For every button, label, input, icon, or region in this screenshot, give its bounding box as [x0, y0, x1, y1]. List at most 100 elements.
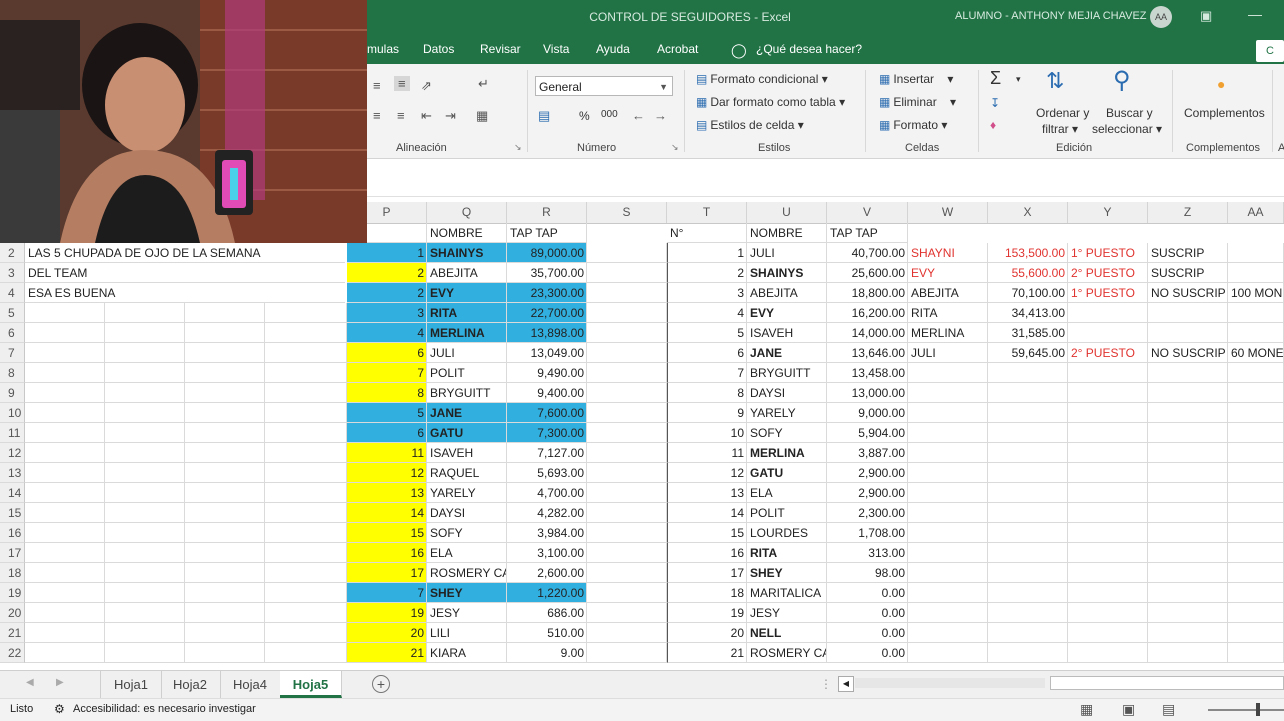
cell[interactable]	[25, 383, 105, 403]
place-cell[interactable]	[1068, 403, 1148, 423]
cell[interactable]	[105, 523, 185, 543]
tap-tap-cell[interactable]: 9,490.00	[507, 363, 587, 383]
total-cell[interactable]	[988, 603, 1068, 623]
number-cell[interactable]: 1	[667, 243, 747, 263]
name-cell-2[interactable]: BRYGUITT	[747, 363, 827, 383]
tap-tap-cell-2[interactable]: 2,900.00	[827, 483, 908, 503]
name-cell-3[interactable]: RITA	[908, 303, 988, 323]
reward-cell[interactable]	[1228, 563, 1284, 583]
cell[interactable]	[587, 303, 667, 323]
worksheet-grid[interactable]: 2 LAS 5 CHUPADA DE OJO DE LA SEMANA 1 SHAIN…	[0, 243, 1284, 670]
cell[interactable]	[185, 383, 265, 403]
name-cell[interactable]: DAYSI	[427, 503, 507, 523]
place-cell[interactable]: 2° PUESTO	[1068, 343, 1148, 363]
tap-tap-cell[interactable]: 4,700.00	[507, 483, 587, 503]
cell[interactable]	[105, 343, 185, 363]
subscription-cell[interactable]	[1148, 483, 1228, 503]
place-cell[interactable]	[1068, 603, 1148, 623]
cell[interactable]	[25, 523, 105, 543]
cell[interactable]	[25, 643, 105, 663]
reward-cell[interactable]	[1228, 243, 1284, 263]
name-cell-3[interactable]	[908, 523, 988, 543]
name-cell-2[interactable]: RITA	[747, 543, 827, 563]
place-cell[interactable]: 1° PUESTO	[1068, 283, 1148, 303]
rank-cell[interactable]: 6	[347, 343, 427, 363]
menu-revisar[interactable]: Revisar	[480, 42, 521, 56]
name-cell[interactable]: MERLINA	[427, 323, 507, 343]
cell[interactable]	[265, 363, 347, 383]
cell[interactable]	[25, 403, 105, 423]
reward-cell[interactable]	[1228, 503, 1284, 523]
name-cell-3[interactable]: ABEJITA	[908, 283, 988, 303]
tap-tap-cell-2[interactable]: 0.00	[827, 643, 908, 663]
cell[interactable]	[265, 383, 347, 403]
number-cell[interactable]: 13	[667, 483, 747, 503]
row-header[interactable]: 10	[0, 403, 25, 423]
find-select-button-line2[interactable]: seleccionar ▾	[1092, 122, 1162, 136]
cell[interactable]	[265, 623, 347, 643]
total-cell[interactable]	[988, 563, 1068, 583]
cell[interactable]	[185, 463, 265, 483]
avatar[interactable]: AA	[1150, 6, 1172, 28]
number-cell[interactable]: 3	[667, 283, 747, 303]
cell[interactable]	[105, 563, 185, 583]
name-cell[interactable]: POLIT	[427, 363, 507, 383]
name-cell-3[interactable]	[908, 403, 988, 423]
place-cell[interactable]	[1068, 463, 1148, 483]
name-cell-2[interactable]: ABEJITA	[747, 283, 827, 303]
merge-cells-icon[interactable]: ▦	[476, 108, 488, 124]
cell[interactable]	[185, 403, 265, 423]
cell[interactable]	[265, 443, 347, 463]
place-cell[interactable]: 1° PUESTO	[1068, 243, 1148, 263]
name-cell[interactable]: ISAVEH	[427, 443, 507, 463]
reward-cell[interactable]	[1228, 323, 1284, 343]
cell[interactable]	[587, 443, 667, 463]
number-cell[interactable]: 19	[667, 603, 747, 623]
cell[interactable]	[25, 583, 105, 603]
cell[interactable]	[25, 483, 105, 503]
cell[interactable]	[265, 403, 347, 423]
name-cell[interactable]: SHAINYS	[427, 243, 507, 263]
name-cell[interactable]: ABEJITA	[427, 263, 507, 283]
cell[interactable]	[587, 343, 667, 363]
number-cell[interactable]: 16	[667, 543, 747, 563]
name-cell[interactable]: YARELY	[427, 483, 507, 503]
align-center-icon[interactable]: ≡	[397, 108, 405, 123]
tap-tap-cell[interactable]: 3,100.00	[507, 543, 587, 563]
reward-cell[interactable]	[1228, 583, 1284, 603]
tap-tap-cell[interactable]: 5,693.00	[507, 463, 587, 483]
name-cell[interactable]: JANE	[427, 403, 507, 423]
row-header[interactable]: 20	[0, 603, 25, 623]
tap-tap-cell-2[interactable]: 16,200.00	[827, 303, 908, 323]
insert-cells-button[interactable]: ▦ Insertar ▾	[879, 72, 953, 86]
minimize-icon[interactable]: —	[1248, 6, 1262, 22]
tap-tap-cell[interactable]: 686.00	[507, 603, 587, 623]
row-header[interactable]: 12	[0, 443, 25, 463]
cell[interactable]	[265, 343, 347, 363]
total-cell[interactable]	[988, 523, 1068, 543]
total-cell[interactable]	[988, 643, 1068, 663]
header-nombre-2[interactable]: NOMBRE	[747, 223, 827, 243]
rank-cell[interactable]: 6	[347, 423, 427, 443]
scroll-left-icon[interactable]: ◀	[838, 676, 854, 692]
dialog-launcher-icon[interactable]: ↘	[514, 142, 522, 153]
normal-view-icon[interactable]: ▦	[1080, 701, 1093, 718]
cell[interactable]	[587, 363, 667, 383]
tap-tap-cell-2[interactable]: 18,800.00	[827, 283, 908, 303]
name-cell-3[interactable]: MERLINA	[908, 323, 988, 343]
cell[interactable]	[265, 583, 347, 603]
reward-cell[interactable]	[1228, 603, 1284, 623]
horizontal-scrollbar[interactable]	[855, 678, 1045, 688]
reward-cell[interactable]	[1228, 363, 1284, 383]
cell[interactable]	[105, 503, 185, 523]
rank-cell[interactable]: 16	[347, 543, 427, 563]
menu-datos[interactable]: Datos	[423, 42, 454, 56]
tap-tap-cell[interactable]: 23,300.00	[507, 283, 587, 303]
name-cell-2[interactable]: MERLINA	[747, 443, 827, 463]
name-cell-2[interactable]: YARELY	[747, 403, 827, 423]
name-cell[interactable]: JULI	[427, 343, 507, 363]
total-cell[interactable]	[988, 443, 1068, 463]
reward-cell[interactable]: 60 MONE	[1228, 343, 1284, 363]
format-cells-button[interactable]: ▦ Formato ▾	[879, 118, 947, 132]
place-cell[interactable]	[1068, 443, 1148, 463]
